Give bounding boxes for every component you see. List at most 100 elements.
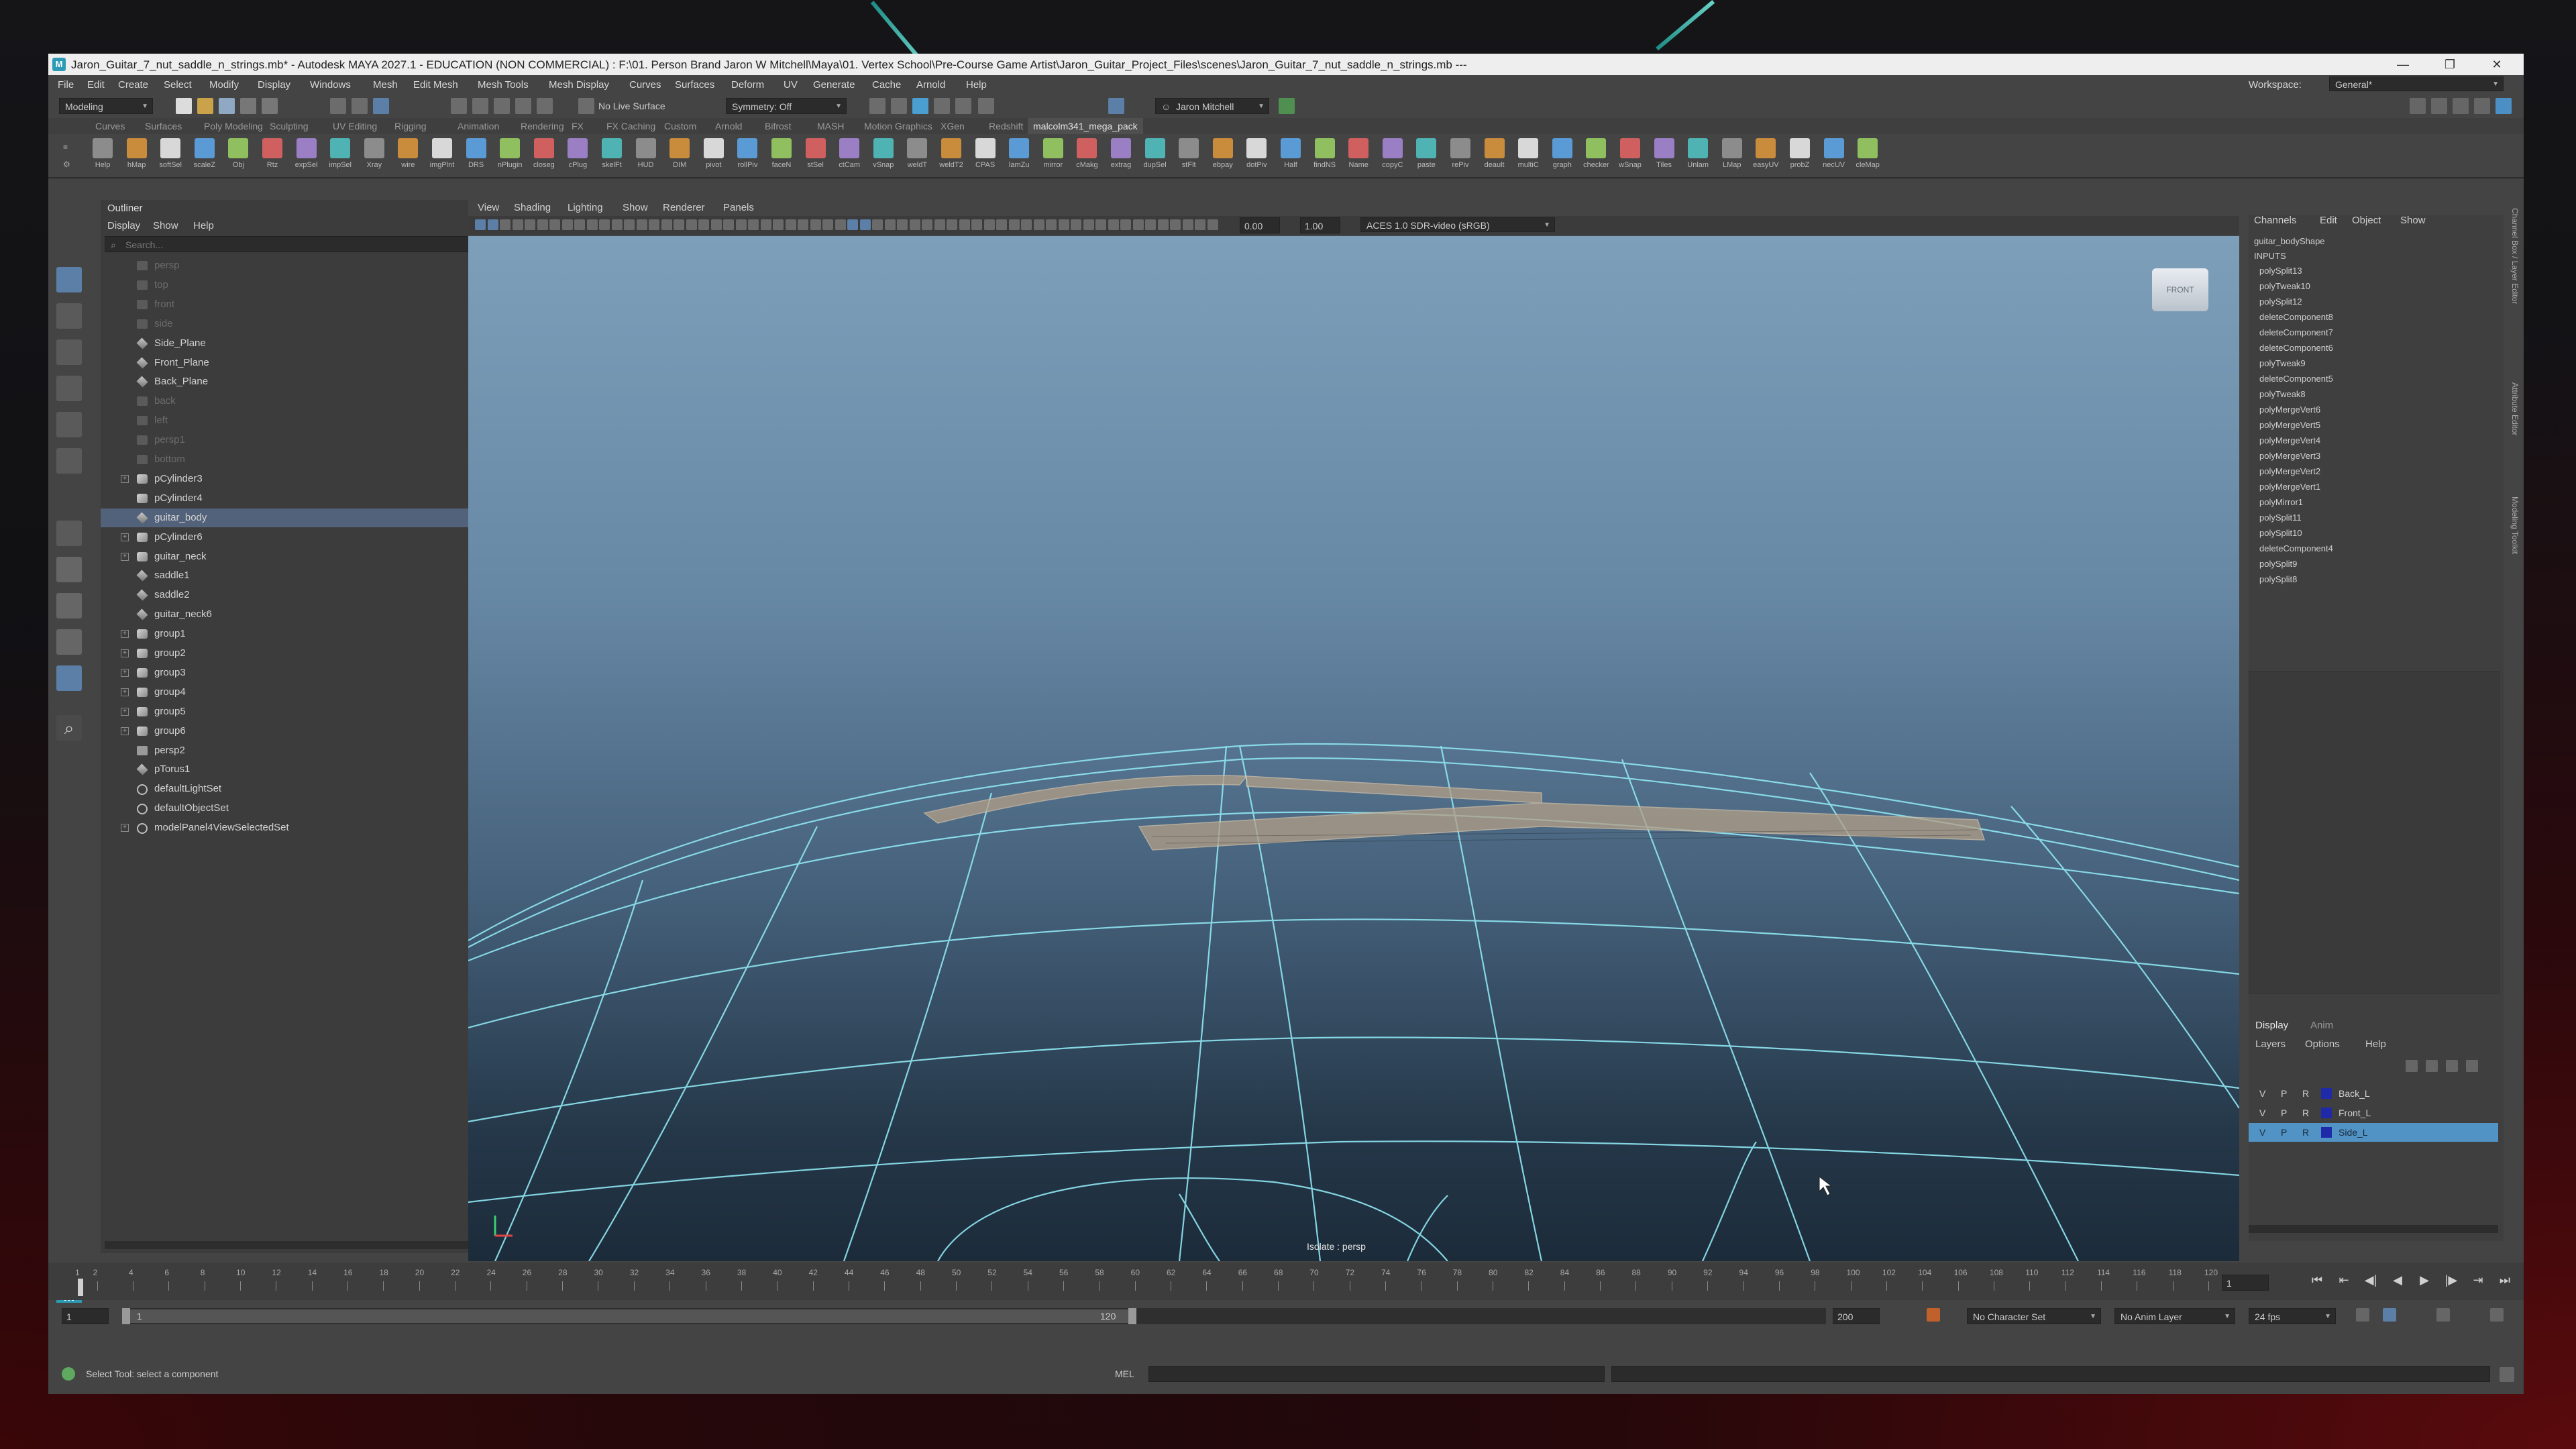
input-node[interactable]: polyMergeVert3 — [2259, 451, 2320, 461]
channel-menu-channels[interactable]: Channels — [2254, 215, 2296, 226]
shelf-tab[interactable]: Rigging — [394, 121, 426, 131]
shelf-tab[interactable]: Surfaces — [145, 121, 182, 131]
shelf-button[interactable]: graph — [1548, 137, 1576, 176]
select-object-icon[interactable] — [352, 98, 368, 114]
shelf-button[interactable]: dotPiv — [1242, 137, 1271, 176]
viewport-tool-icon[interactable] — [1120, 219, 1131, 230]
shelf-button[interactable]: lamZu — [1005, 137, 1033, 176]
expand-icon[interactable]: + — [121, 688, 129, 696]
search-icon[interactable]: ⌕ — [56, 715, 82, 741]
move-layer-up-icon[interactable] — [2406, 1060, 2418, 1072]
menu-generate[interactable]: Generate — [813, 79, 855, 91]
menu-display[interactable]: Display — [258, 79, 290, 91]
shelf-button[interactable]: Xray — [360, 137, 388, 176]
input-node[interactable]: polySplit9 — [2259, 559, 2297, 569]
shelf-button[interactable]: Obj — [224, 137, 252, 176]
shelf-button[interactable]: rollPiv — [733, 137, 761, 176]
viewport-tool-icon[interactable] — [760, 219, 771, 230]
four-view-layout-icon[interactable] — [56, 593, 82, 619]
step-forward-key-icon[interactable]: ⇥ — [2470, 1272, 2486, 1288]
outliner-row[interactable]: guitar_neck6 — [101, 605, 494, 624]
viewport-tool-icon[interactable] — [773, 219, 784, 230]
viewport-tool-icon[interactable] — [599, 219, 610, 230]
outliner-row[interactable]: + group3 — [101, 663, 494, 682]
viewport-tool-icon[interactable] — [674, 219, 684, 230]
menu-set-dropdown[interactable]: Modeling ▼ — [59, 98, 153, 114]
menu-edit-mesh[interactable]: Edit Mesh — [413, 79, 458, 91]
step-back-frame-icon[interactable]: ◀| — [2363, 1272, 2379, 1288]
viewport-tool-icon[interactable] — [996, 219, 1007, 230]
shelf-tab[interactable]: Custom — [664, 121, 696, 131]
shelf-button[interactable]: Help — [89, 137, 117, 176]
single-perspective-layout-icon[interactable] — [56, 557, 82, 582]
last-tool-icon[interactable] — [56, 521, 82, 546]
go-to-start-icon[interactable]: ⏮ — [2309, 1272, 2325, 1288]
outliner-row[interactable]: top — [101, 276, 494, 294]
layer-reference-toggle[interactable]: R — [2302, 1104, 2309, 1122]
shelf-button[interactable]: scaleZ — [191, 137, 219, 176]
outliner-row[interactable]: + pCylinder3 — [101, 470, 494, 488]
menu-help[interactable]: Help — [966, 79, 987, 91]
shape-node-name[interactable]: guitar_bodyShape — [2254, 236, 2325, 246]
outliner-hscrollbar[interactable] — [105, 1241, 484, 1249]
viewport-tool-icon[interactable] — [1046, 219, 1057, 230]
current-frame-marker[interactable] — [78, 1279, 83, 1296]
viewport-tool-icon[interactable] — [537, 219, 548, 230]
side-tab-channel-box[interactable]: Channel Box / Layer Editor — [2508, 208, 2520, 369]
shelf-button[interactable]: extrag — [1107, 137, 1135, 176]
viewport-tool-icon[interactable] — [624, 219, 635, 230]
viewport-tool-icon[interactable] — [723, 219, 734, 230]
outliner-row[interactable]: persp — [101, 256, 494, 275]
viewport-tool-icon[interactable] — [512, 219, 523, 230]
end-time-field[interactable]: 200 — [1833, 1308, 1880, 1324]
outliner-row[interactable]: guitar_body — [101, 508, 494, 527]
menu-mesh-display[interactable]: Mesh Display — [549, 79, 609, 91]
viewport-tool-icon[interactable] — [971, 219, 982, 230]
input-node[interactable]: deleteComponent5 — [2259, 374, 2333, 384]
shelf-button[interactable]: cMakg — [1073, 137, 1101, 176]
shelf-tab[interactable]: Poly Modeling — [204, 121, 263, 131]
shelf-button[interactable]: paste — [1412, 137, 1440, 176]
shelf-button[interactable]: ctCam — [835, 137, 863, 176]
viewport-menu-view[interactable]: View — [478, 202, 499, 213]
shelf-gear-icon[interactable]: ⚙ — [63, 160, 72, 169]
play-forward-icon[interactable]: ▶ — [2416, 1272, 2432, 1288]
expand-icon[interactable]: + — [121, 649, 129, 657]
outliner-menu-show[interactable]: Show — [153, 220, 178, 231]
viewport-tool-icon[interactable] — [561, 219, 573, 230]
input-node[interactable]: polyMergeVert2 — [2259, 466, 2320, 476]
range-end-handle[interactable] — [1128, 1308, 1136, 1324]
workspace-dropdown[interactable]: General* ▼ — [2329, 76, 2504, 91]
outliner-row[interactable]: bottom — [101, 450, 494, 469]
viewport-tool-icon[interactable] — [959, 219, 970, 230]
outliner-row[interactable]: persp1 — [101, 431, 494, 449]
shelf-button[interactable]: nPlugin — [496, 137, 524, 176]
viewport-tool-icon[interactable] — [934, 219, 945, 230]
shelf-button[interactable]: DIM — [665, 137, 694, 176]
layer-name[interactable]: Side_L — [2339, 1123, 2368, 1142]
shelf-button[interactable]: pivot — [700, 137, 728, 176]
maximize-button[interactable]: ❐ — [2436, 56, 2463, 73]
outliner-row[interactable]: + modelPanel4ViewSelectedSet — [101, 818, 494, 837]
user-account-dropdown[interactable]: ☺ Jaron Mitchell ▼ — [1155, 98, 1269, 114]
viewport-tool-icon[interactable] — [1008, 219, 1020, 230]
menu-surfaces[interactable]: Surfaces — [675, 79, 714, 91]
shelf-tab[interactable]: UV Editing — [333, 121, 377, 131]
viewport-tool-icon[interactable] — [798, 219, 808, 230]
viewport-menu-panels[interactable]: Panels — [723, 202, 754, 213]
scale-tool-icon[interactable] — [56, 448, 82, 474]
shelf-button[interactable]: Rtz — [258, 137, 286, 176]
shelf-button[interactable]: closeg — [530, 137, 558, 176]
show-modeling-toolkit-icon[interactable] — [1108, 98, 1124, 114]
snap-point-icon[interactable] — [494, 98, 510, 114]
outliner-row[interactable]: + group6 — [101, 722, 494, 741]
viewport-tool-icon[interactable] — [735, 219, 747, 230]
shelf-button[interactable]: multiC — [1514, 137, 1542, 176]
preferences-icon[interactable] — [2490, 1308, 2504, 1322]
layer-row[interactable]: V P R Front_L — [2249, 1104, 2498, 1122]
expand-icon[interactable]: + — [121, 474, 129, 483]
outliner-row[interactable]: front — [101, 295, 494, 314]
viewport-tool-icon[interactable] — [822, 219, 833, 230]
layer-menu-layers[interactable]: Layers — [2255, 1038, 2286, 1050]
viewport-tool-icon[interactable] — [1033, 219, 1044, 230]
